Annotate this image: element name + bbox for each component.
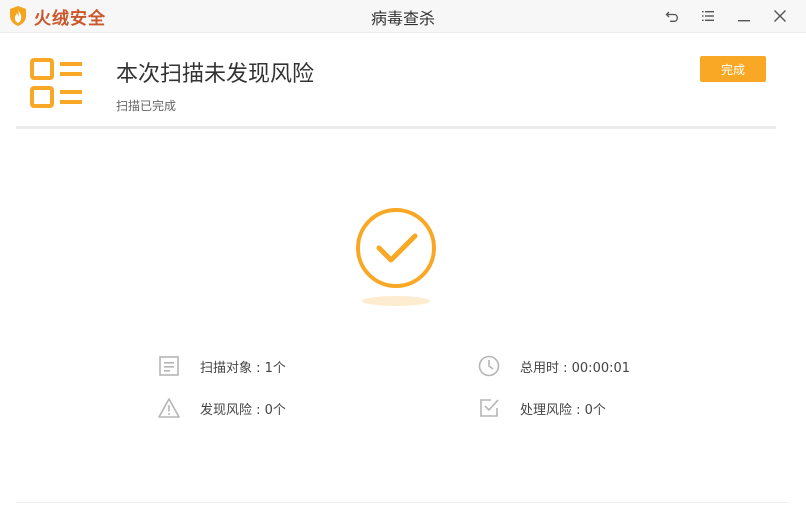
title-bar: 火绒安全 病毒查杀	[0, 0, 806, 33]
clock-icon	[478, 355, 500, 377]
check-shadow	[362, 296, 430, 306]
done-button[interactable]: 完成	[700, 56, 766, 82]
undo-icon	[665, 11, 678, 22]
antivirus-window: 火绒安全 病毒查杀 本次扫描未发现风险 扫描已完成 完成 扫描对象: 1个 总…	[0, 0, 806, 510]
warning-icon	[158, 398, 180, 418]
document-icon	[159, 356, 179, 376]
scan-report-icon	[30, 58, 82, 108]
result-title: 本次扫描未发现风险	[116, 62, 315, 87]
menu-button[interactable]	[696, 4, 720, 28]
stat-time-used-text: 总用时 : 00:00:01	[520, 360, 631, 376]
close-button[interactable]	[768, 4, 792, 28]
close-icon	[774, 10, 786, 22]
footer-divider	[16, 502, 790, 503]
result-subtitle: 扫描已完成	[116, 99, 177, 113]
stat-risks-found-text: 发现风险 : 0个	[200, 402, 286, 418]
stat-risks-handled: 处理风险 : 0个	[478, 397, 606, 419]
checkbox-checked-icon	[480, 399, 499, 417]
stat-risks-handled-text: 处理风险 : 0个	[520, 402, 606, 418]
stat-risks-found: 发现风险 : 0个	[158, 397, 286, 419]
stat-scan-objects: 扫描对象 : 1个	[158, 355, 286, 377]
minimize-icon	[738, 20, 750, 22]
stat-scan-objects-text: 扫描对象 : 1个	[200, 360, 286, 376]
success-check-icon	[356, 208, 436, 288]
window-controls	[648, 4, 792, 28]
minimize-button[interactable]	[732, 4, 756, 28]
stat-time-used: 总用时 : 00:00:01	[478, 355, 630, 377]
menu-icon	[702, 11, 714, 21]
header-divider	[16, 126, 776, 129]
back-button[interactable]	[660, 4, 684, 28]
